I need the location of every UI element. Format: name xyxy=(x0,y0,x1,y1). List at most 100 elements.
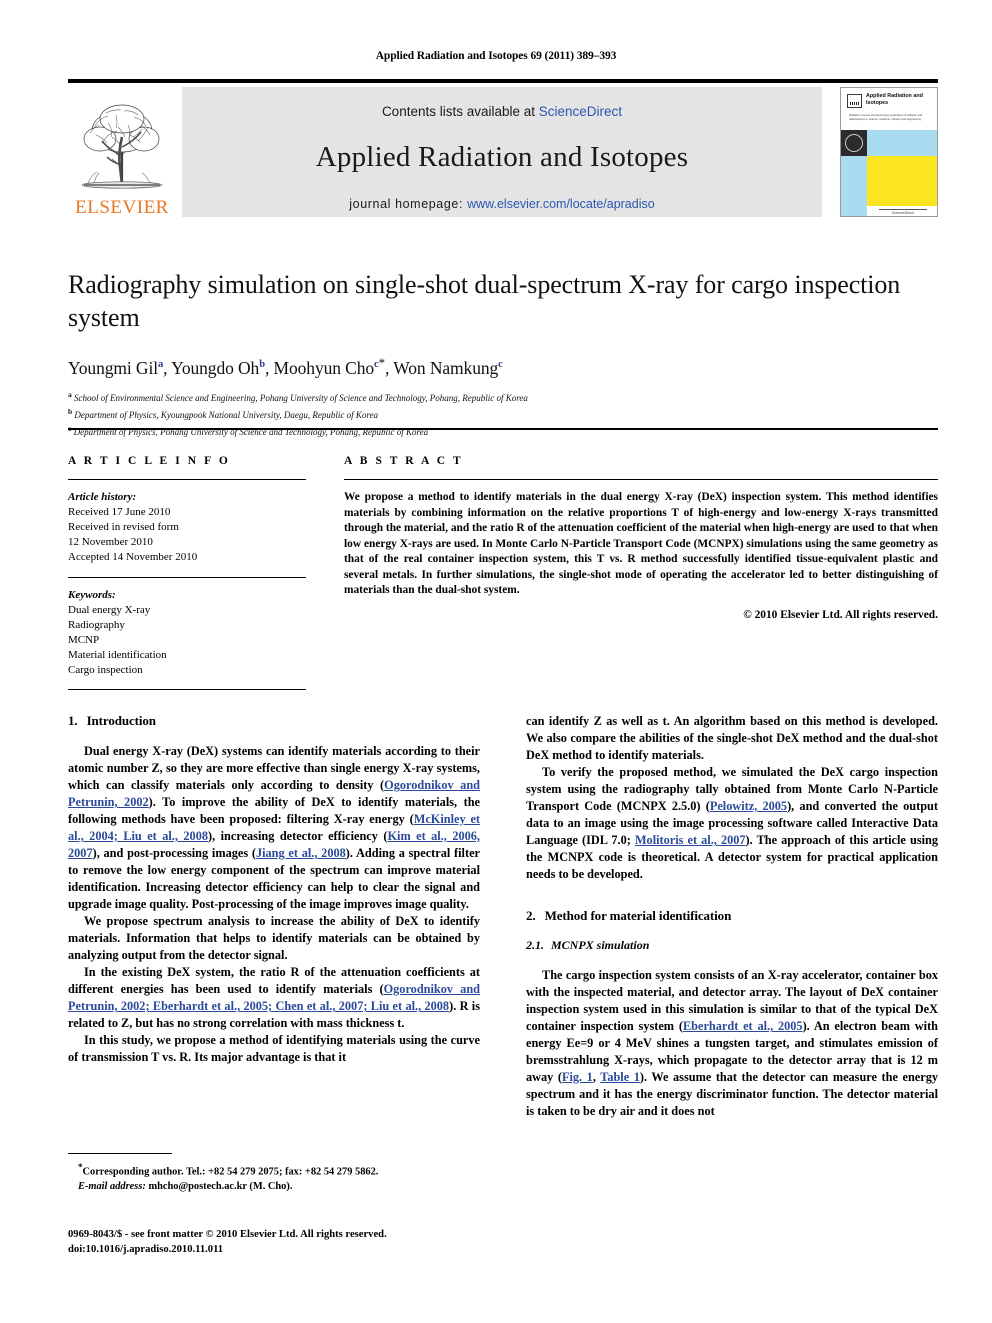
keyword-item: Cargo inspection xyxy=(68,663,143,676)
keywords-label: Keywords: xyxy=(68,588,116,601)
contents-line: Contents lists available at ScienceDirec… xyxy=(182,104,822,119)
body-column-right: can identify Z as well as t. An algorith… xyxy=(526,713,938,1120)
section-number: 2. xyxy=(526,908,536,924)
paragraph: To verify the proposed method, we simula… xyxy=(526,764,938,883)
keyword-item: Dual energy X-ray xyxy=(68,603,151,616)
masthead-band: Contents lists available at ScienceDirec… xyxy=(182,87,822,217)
cover-badge-icon xyxy=(841,130,867,156)
cover-publisher-icon xyxy=(847,94,862,108)
section-title: Introduction xyxy=(86,713,156,728)
corresponding-author-marker: * xyxy=(378,355,386,371)
figure-link[interactable]: Fig. 1 xyxy=(562,1070,593,1084)
subsection-number: 2.1. xyxy=(526,938,544,953)
journal-masthead: ELSEVIER Contents lists available at Sci… xyxy=(68,79,938,217)
issn-front-matter: 0969-8043/$ - see front matter © 2010 El… xyxy=(68,1229,387,1240)
email-label: E-mail address: xyxy=(78,1181,146,1193)
citation-link[interactable]: Molitoris et al., 2007 xyxy=(635,833,746,847)
article-info-block: A R T I C L E I N F O Article history: R… xyxy=(68,455,313,690)
keyword-item: Material identification xyxy=(68,648,167,661)
email-address: mhcho@postech.ac.kr (M. Cho). xyxy=(148,1181,293,1193)
subsection-title: MCNPX simulation xyxy=(551,938,650,953)
abstract-text: We propose a method to identify material… xyxy=(344,491,938,596)
title-block: Radiography simulation on single-shot du… xyxy=(68,268,938,440)
author-affiliation-mark: a xyxy=(158,359,164,371)
elsevier-tree-icon xyxy=(81,104,163,189)
subsection-heading-mcnpx: 2.1. MCNPX simulation xyxy=(526,938,938,953)
article-history-item: 12 November 2010 xyxy=(68,535,153,548)
author-affiliation-mark: b xyxy=(259,359,265,371)
affiliation-text: Department of Physics, Kyoungpook Nation… xyxy=(74,409,379,420)
footnote-block: *Corresponding author. Tel.: +82 54 279 … xyxy=(68,1153,480,1195)
citation-link[interactable]: Eberhardt et al., 2005 xyxy=(683,1019,803,1033)
footnote-rule xyxy=(68,1153,172,1154)
elsevier-wordmark: ELSEVIER xyxy=(75,197,169,218)
paragraph: In this study, we propose a method of id… xyxy=(68,1033,480,1065)
paragraph: can identify Z as well as t. An algorith… xyxy=(526,714,938,763)
cover-block-blue-left xyxy=(841,156,867,216)
cover-blurb: Radiation science and technology applica… xyxy=(849,114,923,121)
abstract-block: A B S T R A C T We propose a method to i… xyxy=(344,455,938,621)
paragraph: The cargo inspection system consists of … xyxy=(526,967,938,1120)
doi-line: doi:10.1016/j.apradiso.2010.11.011 xyxy=(68,1244,224,1256)
article-history-item: Received 17 June 2010 xyxy=(68,506,171,518)
article-history-item: Accepted 14 November 2010 xyxy=(68,550,198,563)
article-title: Radiography simulation on single-shot du… xyxy=(68,270,901,333)
author-name: Moohyun Cho xyxy=(273,357,375,378)
journal-homepage-link[interactable]: www.elsevier.com/locate/apradiso xyxy=(467,197,655,211)
affiliation-item: b Department of Physics, Kyoungpook Nati… xyxy=(68,406,938,423)
paragraph: In the existing DeX system, the ratio R … xyxy=(68,964,480,1032)
section-number: 1. xyxy=(68,713,78,728)
paragraph-text: ), increasing detector efficiency ( xyxy=(208,829,388,844)
author-name: Youngmi Gil xyxy=(68,357,158,378)
affiliation-item: c Department of Physics, Pohang Universi… xyxy=(68,423,938,440)
cover-block-yellow xyxy=(867,156,937,206)
author-affiliation-mark: c xyxy=(498,359,503,371)
article-info-bottom-rule xyxy=(68,688,306,690)
section-heading-method: 2. Method for material identification xyxy=(526,908,938,924)
homepage-line: journal homepage: www.elsevier.com/locat… xyxy=(182,197,822,211)
article-info-rule xyxy=(68,479,306,480)
elsevier-logo: ELSEVIER xyxy=(68,87,176,217)
journal-cover-thumbnail: Applied Radiation and Isotopes Radiation… xyxy=(840,87,938,217)
abstract-heading: A B S T R A C T xyxy=(344,455,464,467)
affiliation-mark: b xyxy=(68,406,73,416)
cover-title: Applied Radiation and Isotopes xyxy=(866,93,923,107)
abstract-copyright: © 2010 Elsevier Ltd. All rights reserved… xyxy=(743,608,938,621)
masthead-top-rule xyxy=(68,79,938,83)
journal-title: Applied Radiation and Isotopes xyxy=(315,141,689,173)
author-name: Won Namkung xyxy=(393,357,499,378)
author-list: Youngmi Gila, Youngdo Ohb, Moohyun Choc*… xyxy=(68,355,503,378)
citation-link[interactable]: Jiang et al., 2008 xyxy=(256,846,346,860)
paragraph: Dual energy X-ray (DeX) systems can iden… xyxy=(68,743,480,913)
body-column-left: 1. Introduction Dual energy X-ray (DeX) s… xyxy=(68,713,480,1066)
affiliation-mark: a xyxy=(68,389,72,399)
affiliation-list: a School of Environmental Science and En… xyxy=(68,389,938,440)
paragraph: We propose spectrum analysis to increase… xyxy=(68,914,480,963)
table-link[interactable]: Table 1 xyxy=(600,1070,640,1084)
keywords-rule xyxy=(68,576,306,578)
cover-footer: ScienceDirect xyxy=(867,206,937,216)
paper-page: Applied Radiation and Isotopes 69 (2011)… xyxy=(0,0,992,1323)
section-heading-introduction: 1. Introduction xyxy=(68,713,480,729)
section-title: Method for material identification xyxy=(544,908,732,924)
keyword-item: MCNP xyxy=(68,633,100,646)
affiliation-text: School of Environmental Science and Engi… xyxy=(74,392,528,403)
citation-link[interactable]: Pelowitz, 2005 xyxy=(710,799,787,813)
abstract-rule xyxy=(344,479,938,480)
contents-prefix: Contents lists available at xyxy=(381,104,539,119)
running-head: Applied Radiation and Isotopes 69 (2011)… xyxy=(375,50,617,62)
sciencedirect-link[interactable]: ScienceDirect xyxy=(539,104,622,119)
corresponding-author-note: *Corresponding author. Tel.: +82 54 279 … xyxy=(68,1161,480,1180)
article-history-label: Article history: xyxy=(68,491,137,503)
corresponding-author-text: Corresponding author. Tel.: +82 54 279 2… xyxy=(82,1166,379,1178)
cover-footer-text: ScienceDirect xyxy=(891,211,915,215)
info-section-top-rule xyxy=(68,428,938,430)
article-info-heading: A R T I C L E I N F O xyxy=(68,455,231,467)
bottom-matter: 0969-8043/$ - see front matter © 2010 El… xyxy=(68,1227,568,1258)
cover-block-blue-top xyxy=(867,130,937,156)
email-note: E-mail address: mhcho@postech.ac.kr (M. … xyxy=(68,1180,480,1195)
keyword-item: Radiography xyxy=(68,618,125,631)
body-columns: 1. Introduction Dual energy X-ray (DeX) s… xyxy=(68,713,938,1213)
author-name: Youngdo Oh xyxy=(171,357,260,378)
